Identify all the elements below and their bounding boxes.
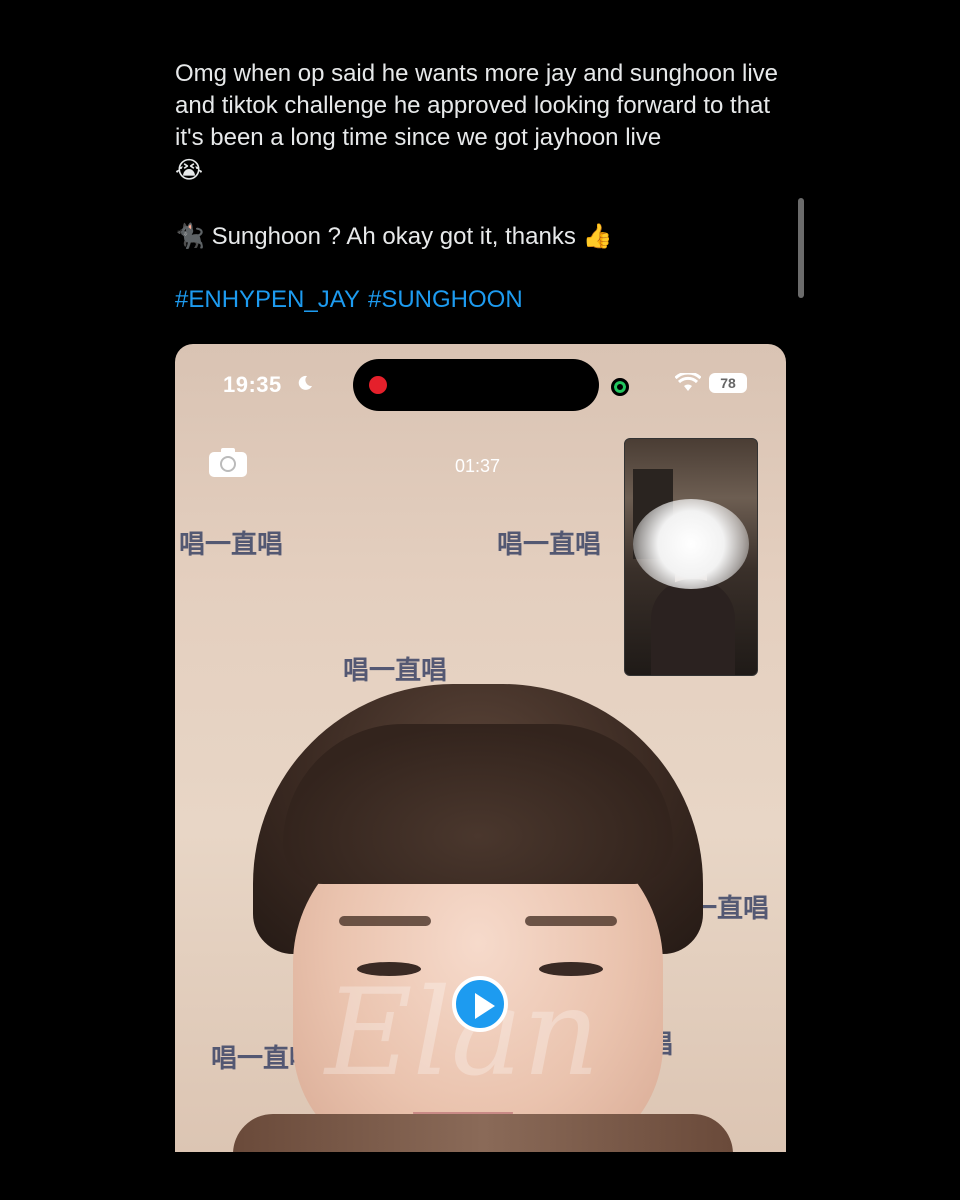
tweet-body: Omg when op said he wants more jay and s… bbox=[175, 58, 785, 187]
camera-switch-icon[interactable] bbox=[208, 446, 248, 478]
call-timer: 01:37 bbox=[455, 456, 501, 476]
background-watermark: 唱一直唱 bbox=[179, 530, 284, 560]
play-icon bbox=[475, 993, 495, 1019]
dynamic-island bbox=[353, 359, 599, 411]
recording-indicator bbox=[369, 376, 387, 394]
battery-indicator: 78 bbox=[709, 373, 747, 393]
wifi-icon bbox=[675, 373, 701, 391]
hashtag-enhypen-jay[interactable]: #ENHYPEN_JAY bbox=[175, 286, 360, 313]
person-sweater bbox=[233, 1114, 733, 1152]
tweet-body-text: Omg when op said he wants more jay and s… bbox=[175, 60, 779, 151]
video-media[interactable]: 19:35 78 01:37 唱一直唱 唱一直唱 唱一直唱 唱一直唱 唱一直唱 … bbox=[175, 344, 786, 1152]
play-button[interactable] bbox=[452, 976, 508, 1032]
camera-indicator bbox=[611, 378, 629, 396]
thumbs-up-emoji: 👍 bbox=[582, 222, 613, 250]
scrollbar[interactable] bbox=[798, 198, 804, 298]
hashtag-sunghoon[interactable]: #SUNGHOON bbox=[368, 286, 523, 313]
black-cat-emoji: 🐈‍⬛ bbox=[175, 222, 205, 250]
person-brow-right bbox=[525, 916, 617, 926]
person-fringe bbox=[283, 724, 673, 884]
background-watermark: 唱一直唱 bbox=[343, 656, 448, 686]
person-brow-left bbox=[339, 916, 431, 926]
reply-text: Sunghoon ? Ah okay got it, thanks bbox=[211, 223, 576, 250]
moon-icon bbox=[298, 375, 312, 390]
pip-face-blur bbox=[633, 499, 749, 589]
tweet-page: Omg when op said he wants more jay and s… bbox=[0, 0, 960, 1200]
crying-emoji: 😭 bbox=[175, 156, 204, 184]
background-watermark: 唱一直唱 bbox=[497, 530, 602, 560]
reply-line: 🐈‍⬛ Sunghoon ? Ah okay got it, thanks 👍 bbox=[175, 220, 612, 253]
status-time: 19:35 bbox=[223, 372, 282, 397]
pip-video[interactable] bbox=[624, 438, 758, 676]
hashtags: #ENHYPEN_JAY #SUNGHOON bbox=[175, 284, 531, 316]
pip-person-body bbox=[651, 579, 735, 675]
